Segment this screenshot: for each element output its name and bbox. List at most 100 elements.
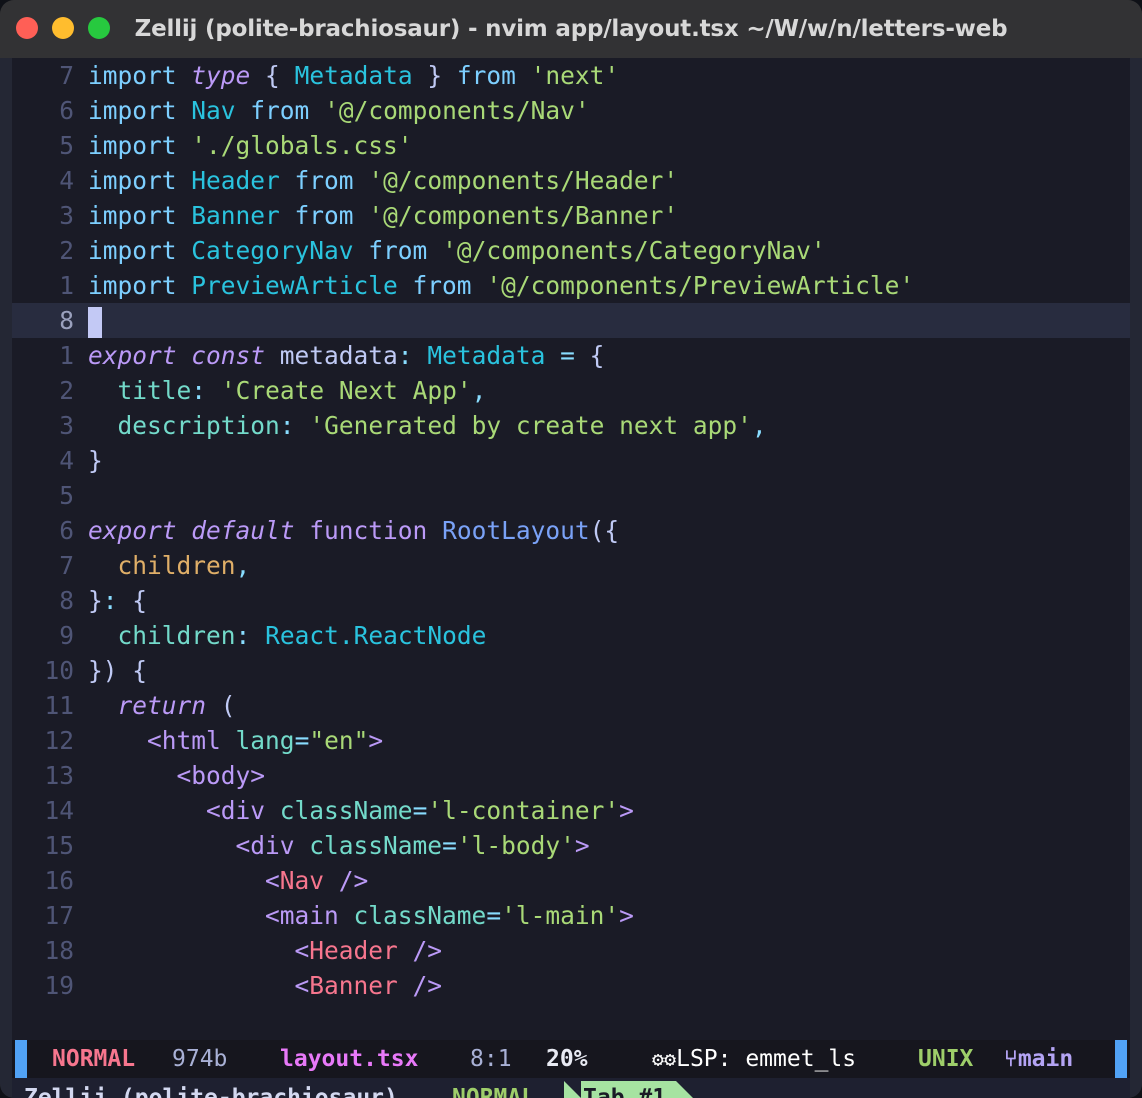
code-line[interactable]: 13 <body> — [12, 758, 1130, 793]
code-token: children — [118, 551, 236, 580]
code-token: , — [752, 411, 767, 440]
editor-statusline: NORMAL 974b layout.tsx 8:1 20% ⚙⚙LSP: em… — [12, 1040, 1130, 1078]
code-token: = — [486, 901, 501, 930]
code-token — [339, 901, 354, 930]
code-line[interactable]: 6export default function RootLayout({ — [12, 513, 1130, 548]
code-token — [88, 621, 118, 650]
line-number: 8 — [12, 303, 88, 338]
line-number: 13 — [12, 758, 88, 793]
code-line[interactable]: 3import Banner from '@/components/Banner… — [12, 198, 1130, 233]
line-text: }: { — [88, 583, 1130, 618]
code-token: <div — [206, 796, 265, 825]
line-text: description: 'Generated by create next a… — [88, 408, 1130, 443]
code-line[interactable]: 10}) { — [12, 653, 1130, 688]
code-line[interactable]: 15 <div className='l-body'> — [12, 828, 1130, 863]
code-line[interactable]: 5import './globals.css' — [12, 128, 1130, 163]
code-line[interactable]: 11 return ( — [12, 688, 1130, 723]
line-number: 4 — [12, 163, 88, 198]
line-number: 10 — [12, 653, 88, 688]
code-line[interactable]: 8 — [12, 303, 1130, 338]
terminal-window: Zellij (polite-brachiosaur) - nvim app/l… — [0, 0, 1142, 1098]
code-token: <main — [265, 901, 339, 930]
code-token — [250, 61, 265, 90]
line-number: 6 — [12, 93, 88, 128]
code-line[interactable]: 6import Nav from '@/components/Nav' — [12, 93, 1130, 128]
code-token: description — [118, 411, 280, 440]
line-text: import Banner from '@/components/Banner' — [88, 198, 1130, 233]
line-number: 14 — [12, 793, 88, 828]
code-token — [88, 376, 118, 405]
code-token: : — [280, 411, 295, 440]
code-line[interactable]: 7import type { Metadata } from 'next' — [12, 58, 1130, 93]
code-token — [118, 656, 133, 685]
code-line[interactable]: 4import Header from '@/components/Header… — [12, 163, 1130, 198]
terminal-body: 7import type { Metadata } from 'next'6im… — [0, 58, 1142, 1098]
code-line[interactable]: 7 children, — [12, 548, 1130, 583]
line-text: import CategoryNav from '@/components/Ca… — [88, 233, 1130, 268]
code-line[interactable]: 16 <Nav /> — [12, 863, 1130, 898]
code-token — [250, 621, 265, 650]
code-line[interactable]: 1import PreviewArticle from '@/component… — [12, 268, 1130, 303]
code-token — [413, 341, 428, 370]
code-line[interactable]: 2 title: 'Create Next App', — [12, 373, 1130, 408]
editor-pane[interactable]: 7import type { Metadata } from 'next'6im… — [12, 58, 1130, 1040]
code-line[interactable]: 12 <html lang="en"> — [12, 723, 1130, 758]
code-line[interactable]: 18 <Header /> — [12, 933, 1130, 968]
line-number: 1 — [12, 338, 88, 373]
zellij-tab-label[interactable]: Tab #1 — [581, 1081, 676, 1098]
code-token: Header — [309, 936, 398, 965]
code-token: type — [191, 61, 250, 90]
code-token — [88, 796, 206, 825]
code-token — [354, 201, 369, 230]
code-token — [427, 236, 442, 265]
code-token — [88, 936, 295, 965]
line-text — [88, 303, 1130, 338]
code-line[interactable]: 9 children: React.ReactNode — [12, 618, 1130, 653]
gear-icon: ⚙⚙ — [652, 1047, 676, 1071]
code-token — [206, 691, 221, 720]
code-token: { — [132, 656, 147, 685]
code-token: 'l-body' — [457, 831, 575, 860]
zellij-mode: NORMAL — [452, 1078, 535, 1098]
code-line[interactable]: 8}: { — [12, 583, 1130, 618]
line-text: <body> — [88, 758, 1130, 793]
code-token: Nav — [280, 866, 324, 895]
code-token: import — [88, 271, 191, 300]
code-line[interactable]: 4} — [12, 443, 1130, 478]
code-token: export default — [88, 516, 295, 545]
line-text: return ( — [88, 688, 1130, 723]
code-line[interactable]: 2import CategoryNav from '@/components/C… — [12, 233, 1130, 268]
zellij-statusbar: Zellij (polite-brachiosaur) NORMAL Tab #… — [12, 1078, 1130, 1098]
code-line[interactable]: 19 <Banner /> — [12, 968, 1130, 1003]
code-line[interactable]: 1export const metadata: Metadata = { — [12, 338, 1130, 373]
code-token — [265, 796, 280, 825]
code-token — [236, 96, 251, 125]
statusline-git-branch: ⑂main — [1004, 1040, 1073, 1078]
zellij-tab-item[interactable]: Tab #1 — [564, 1081, 693, 1098]
code-line[interactable]: 5 — [12, 478, 1130, 513]
line-text: export default function RootLayout({ — [88, 513, 1130, 548]
code-token — [545, 341, 560, 370]
line-number: 3 — [12, 198, 88, 233]
code-token — [221, 726, 236, 755]
line-text: }) { — [88, 653, 1130, 688]
code-token: from — [250, 96, 309, 125]
line-text: <div className='l-body'> — [88, 828, 1130, 863]
code-editor[interactable]: 7import type { Metadata } from 'next'6im… — [12, 58, 1130, 1003]
code-line[interactable]: 17 <main className='l-main'> — [12, 898, 1130, 933]
statusline-lsp: ⚙⚙LSP: emmet_ls — [652, 1040, 856, 1078]
statusline-branch-label: main — [1018, 1046, 1073, 1072]
line-number: 3 — [12, 408, 88, 443]
code-line[interactable]: 14 <div className='l-container'> — [12, 793, 1130, 828]
line-number: 17 — [12, 898, 88, 933]
code-token — [309, 96, 324, 125]
code-token — [88, 761, 177, 790]
code-token: { — [590, 341, 605, 370]
code-token — [280, 201, 295, 230]
code-token — [206, 376, 221, 405]
code-line[interactable]: 3 description: 'Generated by create next… — [12, 408, 1130, 443]
code-token: PreviewArticle — [191, 271, 398, 300]
code-token: 'l-container' — [427, 796, 619, 825]
code-token — [88, 866, 265, 895]
line-text: import Header from '@/components/Header' — [88, 163, 1130, 198]
